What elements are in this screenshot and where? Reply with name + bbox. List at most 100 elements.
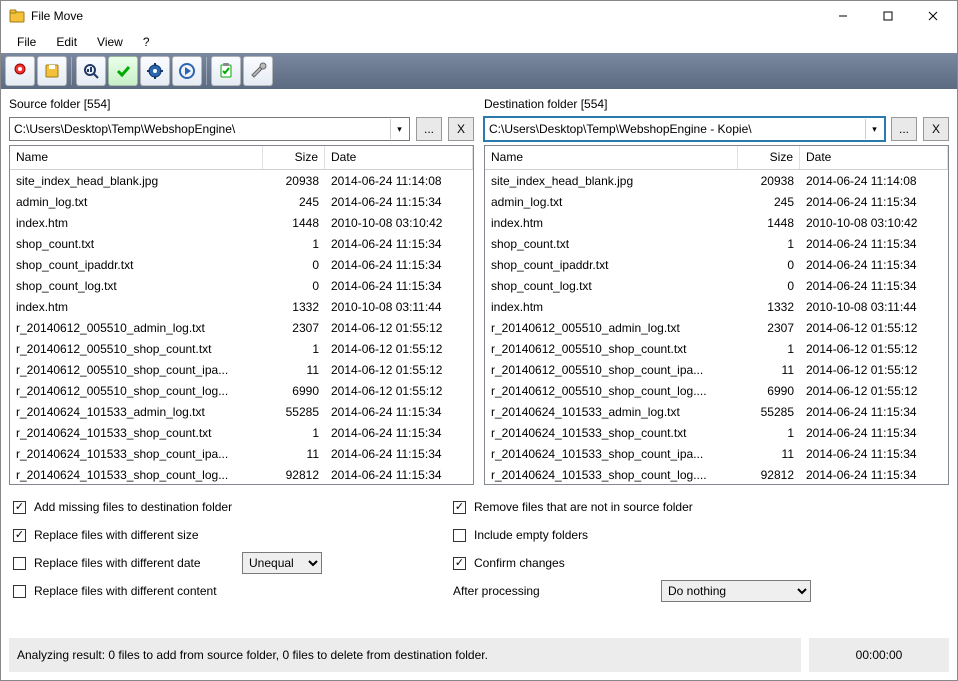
table-row[interactable]: index.htm14482010-10-08 03:10:42 — [485, 212, 948, 233]
toolbar-save-button[interactable] — [37, 56, 67, 86]
cell-name: site_index_head_blank.jpg — [10, 172, 263, 190]
cell-date: 2010-10-08 03:11:44 — [325, 298, 473, 316]
chevron-down-icon[interactable]: ▾ — [865, 119, 883, 139]
destination-listview[interactable]: Name Size Date site_index_head_blank.jpg… — [484, 145, 949, 485]
table-row[interactable]: shop_count.txt12014-06-24 11:15:34 — [485, 233, 948, 254]
source-browse-button[interactable]: ... — [416, 117, 442, 141]
cell-name: r_20140624_101533_shop_count_log... — [10, 466, 263, 484]
window-title: File Move — [31, 9, 820, 23]
table-row[interactable]: r_20140612_005510_shop_count_ipa...11201… — [485, 359, 948, 380]
table-row[interactable]: r_20140624_101533_shop_count_ipa...11201… — [485, 443, 948, 464]
cell-name: shop_count.txt — [10, 235, 263, 253]
select-date-mode[interactable]: Unequal — [242, 552, 322, 574]
cell-size: 2307 — [263, 319, 325, 337]
table-row[interactable]: r_20140612_005510_shop_count_ipa...11201… — [10, 359, 473, 380]
table-row[interactable]: r_20140624_101533_shop_count_ipa...11201… — [10, 443, 473, 464]
maximize-button[interactable] — [865, 2, 910, 30]
toolbar-apply-button[interactable] — [108, 56, 138, 86]
table-row[interactable]: shop_count_log.txt02014-06-24 11:15:34 — [485, 275, 948, 296]
chk-remove-notin[interactable] — [453, 501, 466, 514]
cell-size: 2307 — [738, 319, 800, 337]
cell-name: r_20140612_005510_admin_log.txt — [10, 319, 263, 337]
lbl-after-processing: After processing — [453, 584, 653, 598]
cell-size: 11 — [738, 445, 800, 463]
cell-date: 2014-06-24 11:15:34 — [800, 424, 948, 442]
col-size[interactable]: Size — [738, 146, 800, 169]
cell-size: 0 — [263, 277, 325, 295]
source-listview[interactable]: Name Size Date site_index_head_blank.jpg… — [9, 145, 474, 485]
source-path-combo[interactable]: ▾ — [9, 117, 410, 141]
destination-path-combo[interactable]: ▾ — [484, 117, 885, 141]
cell-size: 11 — [738, 361, 800, 379]
toolbar-play-button[interactable] — [172, 56, 202, 86]
table-row[interactable]: shop_count.txt12014-06-24 11:15:34 — [10, 233, 473, 254]
cell-date: 2014-06-12 01:55:12 — [325, 382, 473, 400]
table-row[interactable]: r_20140612_005510_shop_count_log...69902… — [10, 380, 473, 401]
cell-size: 1332 — [738, 298, 800, 316]
chk-confirm[interactable] — [453, 557, 466, 570]
cell-size: 1332 — [263, 298, 325, 316]
chk-add-missing[interactable] — [13, 501, 26, 514]
table-row[interactable]: shop_count_log.txt02014-06-24 11:15:34 — [10, 275, 473, 296]
cell-size: 1 — [738, 235, 800, 253]
menu-file[interactable]: File — [7, 33, 46, 51]
cell-date: 2014-06-24 11:15:34 — [800, 403, 948, 421]
cell-name: shop_count_log.txt — [10, 277, 263, 295]
cell-date: 2014-06-24 11:15:34 — [325, 424, 473, 442]
table-row[interactable]: site_index_head_blank.jpg209382014-06-24… — [485, 170, 948, 191]
cell-date: 2014-06-24 11:15:34 — [800, 466, 948, 484]
col-date[interactable]: Date — [800, 146, 948, 169]
destination-panel: Destination folder [554] ▾ ... X Name Si… — [484, 95, 949, 485]
table-row[interactable]: admin_log.txt2452014-06-24 11:15:34 — [10, 191, 473, 212]
table-row[interactable]: r_20140624_101533_admin_log.txt552852014… — [485, 401, 948, 422]
col-name[interactable]: Name — [10, 146, 263, 169]
toolbar-analyze-button[interactable] — [76, 56, 106, 86]
table-row[interactable]: index.htm13322010-10-08 03:11:44 — [485, 296, 948, 317]
toolbar-settings-button[interactable] — [243, 56, 273, 86]
col-date[interactable]: Date — [325, 146, 473, 169]
menu-view[interactable]: View — [87, 33, 133, 51]
table-row[interactable]: shop_count_ipaddr.txt02014-06-24 11:15:3… — [485, 254, 948, 275]
cell-name: r_20140612_005510_shop_count_ipa... — [485, 361, 738, 379]
close-button[interactable] — [910, 2, 955, 30]
table-row[interactable]: r_20140624_101533_shop_count.txt12014-06… — [10, 422, 473, 443]
table-row[interactable]: r_20140624_101533_admin_log.txt552852014… — [10, 401, 473, 422]
table-row[interactable]: index.htm14482010-10-08 03:10:42 — [10, 212, 473, 233]
table-row[interactable]: site_index_head_blank.jpg209382014-06-24… — [10, 170, 473, 191]
toolbar-pin-button[interactable] — [5, 56, 35, 86]
toolbar-gear-button[interactable] — [140, 56, 170, 86]
destination-browse-button[interactable]: ... — [891, 117, 917, 141]
chk-include-empty[interactable] — [453, 529, 466, 542]
col-name[interactable]: Name — [485, 146, 738, 169]
cell-size: 1 — [738, 424, 800, 442]
cell-date: 2014-06-24 11:15:34 — [325, 466, 473, 484]
chk-replace-date[interactable] — [13, 557, 26, 570]
table-row[interactable]: admin_log.txt2452014-06-24 11:15:34 — [485, 191, 948, 212]
lbl-include-empty: Include empty folders — [474, 528, 588, 542]
chk-replace-content[interactable] — [13, 585, 26, 598]
table-row[interactable]: r_20140612_005510_shop_count.txt12014-06… — [485, 338, 948, 359]
table-row[interactable]: shop_count_ipaddr.txt02014-06-24 11:15:3… — [10, 254, 473, 275]
destination-path-input[interactable] — [484, 117, 885, 141]
table-row[interactable]: r_20140612_005510_shop_count.txt12014-06… — [10, 338, 473, 359]
source-path-input[interactable] — [9, 117, 410, 141]
cell-size: 6990 — [263, 382, 325, 400]
source-clear-button[interactable]: X — [448, 117, 474, 141]
table-row[interactable]: r_20140612_005510_shop_count_log....6990… — [485, 380, 948, 401]
chk-replace-size[interactable] — [13, 529, 26, 542]
col-size[interactable]: Size — [263, 146, 325, 169]
cell-name: r_20140612_005510_shop_count_ipa... — [10, 361, 263, 379]
toolbar-clipboard-button[interactable] — [211, 56, 241, 86]
chevron-down-icon[interactable]: ▾ — [390, 119, 408, 139]
minimize-button[interactable] — [820, 2, 865, 30]
table-row[interactable]: r_20140624_101533_shop_count.txt12014-06… — [485, 422, 948, 443]
menu-help[interactable]: ? — [133, 33, 160, 51]
table-row[interactable]: r_20140612_005510_admin_log.txt23072014-… — [10, 317, 473, 338]
table-row[interactable]: r_20140612_005510_admin_log.txt23072014-… — [485, 317, 948, 338]
table-row[interactable]: r_20140624_101533_shop_count_log...92812… — [10, 464, 473, 484]
menu-edit[interactable]: Edit — [46, 33, 87, 51]
destination-clear-button[interactable]: X — [923, 117, 949, 141]
select-after-processing[interactable]: Do nothing — [661, 580, 811, 602]
table-row[interactable]: r_20140624_101533_shop_count_log....9281… — [485, 464, 948, 484]
table-row[interactable]: index.htm13322010-10-08 03:11:44 — [10, 296, 473, 317]
